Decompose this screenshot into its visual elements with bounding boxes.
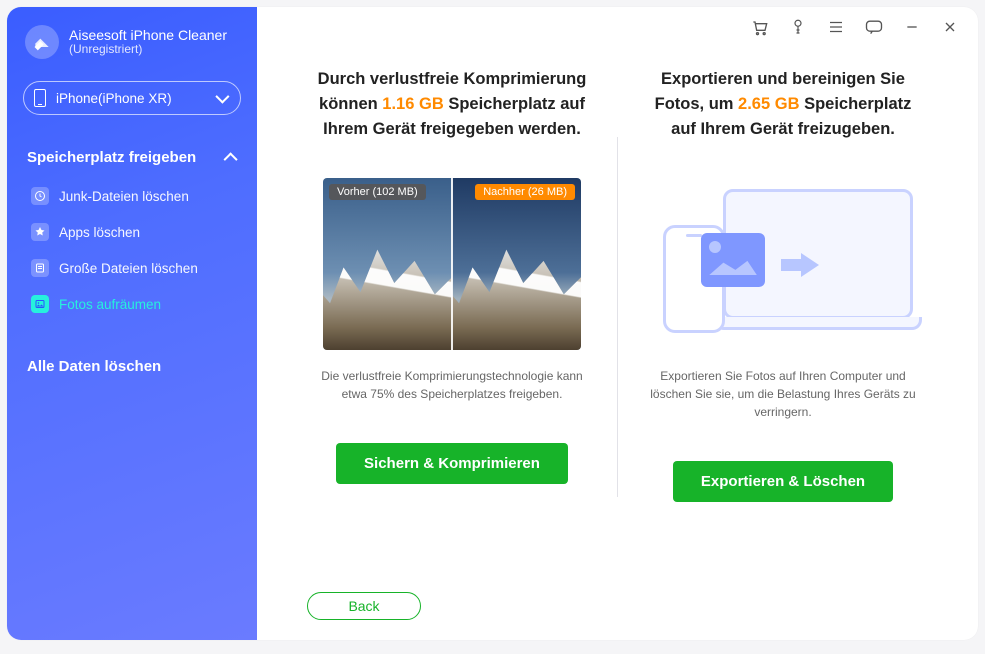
sidebar-erase-all[interactable]: Alle Daten löschen [19, 332, 245, 375]
panel-export: Exportieren und bereinigen Sie Fotos, um… [618, 67, 948, 527]
compress-caption: Die verlustfreie Komprimierungstechnolog… [311, 367, 593, 403]
export-delete-button[interactable]: Exportieren & Löschen [673, 461, 893, 502]
section-title: Speicherplatz freigeben [27, 149, 196, 166]
sidebar-item-junk[interactable]: Junk-Dateien löschen [19, 178, 245, 214]
chevron-down-icon [215, 90, 229, 104]
before-after-compare: Vorher (102 MB) Nachher (26 MB) [323, 178, 581, 350]
photo-icon [31, 295, 49, 313]
export-illustration [653, 175, 913, 353]
backup-compress-button[interactable]: Sichern & Komprimieren [336, 443, 568, 484]
file-icon [31, 259, 49, 277]
panel-compress: Durch verlustfreie Komprimierung können … [287, 67, 617, 527]
sidebar-item-label: Fotos aufräumen [59, 297, 161, 312]
sidebar: Aiseesoft iPhone Cleaner (Unregistriert)… [7, 7, 257, 640]
sidebar-item-large-files[interactable]: Große Dateien löschen [19, 250, 245, 286]
panels: Durch verlustfreie Komprimierung können … [287, 67, 948, 527]
sidebar-item-label: Apps löschen [59, 225, 140, 240]
device-selector[interactable]: iPhone(iPhone XR) [23, 81, 241, 115]
clock-icon [31, 187, 49, 205]
sidebar-item-apps[interactable]: Apps löschen [19, 214, 245, 250]
export-headline: Exportieren und bereinigen Sie Fotos, um… [642, 67, 924, 141]
chevron-up-icon [224, 152, 238, 166]
headline-highlight: 1.16 GB [382, 95, 443, 113]
brand-name: Aiseesoft iPhone Cleaner [69, 27, 227, 43]
brand: Aiseesoft iPhone Cleaner (Unregistriert) [19, 21, 245, 71]
brand-icon [25, 25, 59, 59]
compress-illustration: Vorher (102 MB) Nachher (26 MB) [322, 175, 582, 353]
sidebar-item-label: Junk-Dateien löschen [59, 189, 189, 204]
photo-card-icon [701, 233, 765, 287]
badge-before: Vorher (102 MB) [329, 184, 426, 200]
sidebar-item-photos[interactable]: Fotos aufräumen [19, 286, 245, 322]
back-button[interactable]: Back [307, 592, 421, 620]
section-items: Junk-Dateien löschen Apps löschen Große … [19, 176, 245, 332]
app-window: Aiseesoft iPhone Cleaner (Unregistriert)… [7, 7, 978, 640]
main-content: Durch verlustfreie Komprimierung können … [257, 7, 978, 640]
arrow-right-icon [781, 253, 821, 277]
compress-headline: Durch verlustfreie Komprimierung können … [311, 67, 593, 141]
headline-highlight: 2.65 GB [738, 95, 799, 113]
badge-after: Nachher (26 MB) [475, 184, 575, 200]
phone-icon [34, 89, 46, 107]
export-caption: Exportieren Sie Fotos auf Ihren Computer… [642, 367, 924, 421]
app-icon [31, 223, 49, 241]
sidebar-item-label: Große Dateien löschen [59, 261, 198, 276]
device-label: iPhone(iPhone XR) [56, 91, 206, 106]
section-free-space[interactable]: Speicherplatz freigeben [19, 139, 245, 176]
brand-status: (Unregistriert) [69, 43, 227, 57]
